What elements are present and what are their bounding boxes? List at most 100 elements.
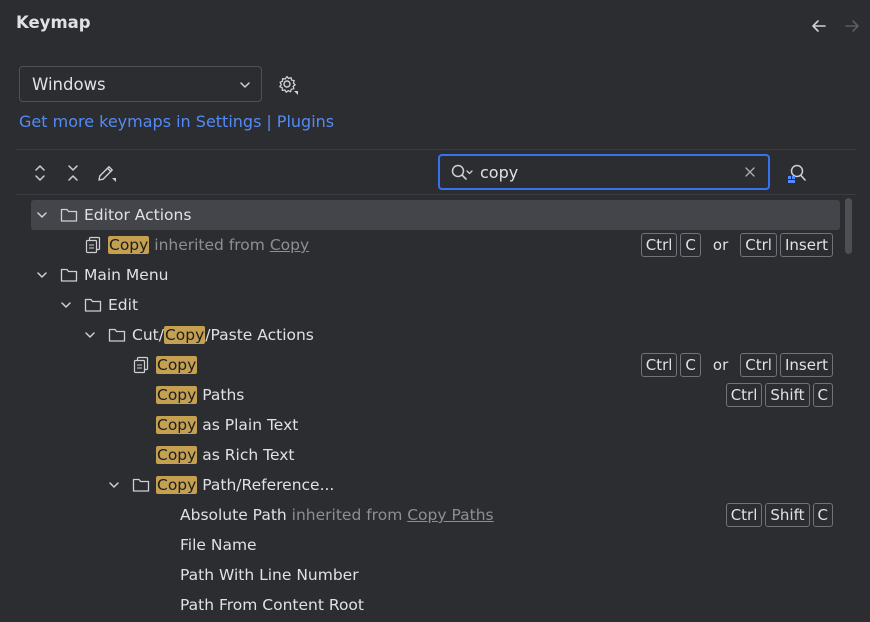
shortcut-keys: Ctrl Cor Ctrl Insert bbox=[640, 353, 833, 377]
tree-action-row[interactable]: Path With Line Number bbox=[15, 560, 841, 590]
label-text: Edit bbox=[108, 296, 139, 314]
tree-row-label: Cut/Copy/Paste Actions bbox=[132, 325, 314, 345]
inherited-note: inherited from Copy Paths bbox=[287, 506, 494, 524]
key-cap: Ctrl bbox=[740, 233, 777, 257]
search-highlight: Copy bbox=[156, 416, 198, 434]
key-cap: Ctrl bbox=[725, 503, 763, 527]
inherited-ref-link[interactable]: Copy bbox=[270, 236, 309, 254]
chevron-down-icon[interactable] bbox=[107, 478, 121, 492]
tree-row-label: Copy bbox=[156, 355, 198, 375]
gear-icon[interactable] bbox=[277, 74, 299, 96]
key-cap: Insert bbox=[779, 233, 833, 257]
folder-icon bbox=[60, 268, 78, 282]
chevron-down-icon[interactable] bbox=[35, 208, 49, 222]
tree-group-row[interactable]: Cut/Copy/Paste Actions bbox=[15, 320, 841, 350]
folder-icon bbox=[84, 298, 102, 312]
tree-action-row[interactable]: Copy as Rich Text bbox=[15, 440, 841, 470]
arrow-right-icon[interactable] bbox=[842, 16, 862, 36]
plugins-link[interactable]: Plugins bbox=[277, 112, 334, 131]
links-row: Get more keymaps in Settings | Plugins bbox=[19, 112, 334, 131]
label-text: Paths bbox=[197, 386, 245, 404]
tree-row-label: Edit bbox=[108, 295, 138, 315]
label-text: Main Menu bbox=[84, 266, 169, 284]
keymap-select-value: Windows bbox=[32, 74, 106, 94]
tree-row-label: Copy Paths bbox=[156, 385, 244, 405]
inherited-note: inherited from Copy bbox=[149, 236, 309, 254]
search-highlight: Copy bbox=[156, 446, 198, 464]
clear-search-icon[interactable] bbox=[744, 166, 756, 178]
tree-action-row[interactable]: Path From Content Root bbox=[15, 590, 841, 620]
label-text: File Name bbox=[180, 536, 257, 554]
folder-icon bbox=[108, 328, 126, 342]
search-input[interactable] bbox=[480, 160, 730, 184]
label-text: as Rich Text bbox=[197, 446, 295, 464]
inherited-text: inherited from bbox=[291, 506, 403, 524]
tree-action-row[interactable]: File Name bbox=[15, 530, 841, 560]
chevron-down-icon[interactable] bbox=[83, 328, 97, 342]
tree-row-label: Editor Actions bbox=[84, 205, 191, 225]
tree-row-label: Copy Path/Reference... bbox=[156, 475, 334, 495]
key-cap: C bbox=[680, 233, 701, 257]
copy-icon bbox=[133, 356, 149, 374]
key-cap: C bbox=[812, 383, 833, 407]
tree-row-label: Absolute Path inherited from Copy Paths bbox=[180, 505, 494, 525]
search-box[interactable] bbox=[438, 154, 770, 190]
tree-group-row[interactable]: Edit bbox=[15, 290, 841, 320]
key-cap: Ctrl bbox=[640, 233, 678, 257]
tree-action-row[interactable]: Copy inherited from Copy Ctrl Cor Ctrl Inser… bbox=[15, 230, 841, 260]
expand-all-icon[interactable] bbox=[30, 163, 50, 183]
inherited-ref-link[interactable]: Copy Paths bbox=[407, 506, 493, 524]
shortcut-keys: Ctrl Cor Ctrl Insert bbox=[640, 233, 833, 257]
link-separator: | bbox=[266, 112, 272, 131]
collapse-all-icon[interactable] bbox=[63, 163, 83, 183]
edit-shortcut-icon[interactable] bbox=[96, 163, 116, 183]
shortcut-keys: Ctrl Shift C bbox=[725, 383, 833, 407]
keymap-tree: Editor Actions Copy inherited from Copy Ct… bbox=[15, 195, 841, 622]
tree-action-row[interactable]: Copy Paths Ctrl Shift C bbox=[15, 380, 841, 410]
tree-row-label: Copy as Plain Text bbox=[156, 415, 298, 435]
search-highlight: Copy bbox=[156, 356, 198, 374]
key-cap: Shift bbox=[765, 383, 810, 407]
chevron-down-icon[interactable] bbox=[35, 268, 49, 282]
label-text: Path/Reference... bbox=[197, 476, 335, 494]
arrow-left-icon[interactable] bbox=[809, 16, 829, 36]
tree-group-row[interactable]: Main Menu bbox=[15, 260, 841, 290]
label-text: /Paste Actions bbox=[205, 326, 314, 344]
tree-action-row[interactable]: Copy as Plain Text bbox=[15, 410, 841, 440]
get-more-keymaps-link[interactable]: Get more keymaps in Settings bbox=[19, 112, 261, 131]
key-cap: C bbox=[680, 353, 701, 377]
key-cap: Ctrl bbox=[640, 353, 678, 377]
folder-icon bbox=[132, 478, 150, 492]
copy-icon bbox=[85, 236, 101, 254]
key-cap: Insert bbox=[779, 353, 833, 377]
shortcut-or-label: or bbox=[712, 236, 729, 254]
label-text: Editor Actions bbox=[84, 206, 192, 224]
key-cap: C bbox=[812, 503, 833, 527]
keymap-select[interactable]: Windows bbox=[19, 66, 262, 102]
label-prefix: Cut/ bbox=[132, 326, 164, 344]
search-highlight: Copy bbox=[163, 326, 206, 344]
key-cap: Ctrl bbox=[725, 383, 763, 407]
tree-action-row[interactable]: Absolute Path inherited from Copy Paths C… bbox=[15, 500, 841, 530]
tree-row-label: Path From Content Root bbox=[180, 595, 364, 615]
key-cap: Shift bbox=[765, 503, 810, 527]
label-text: Path With Line Number bbox=[180, 566, 359, 584]
search-highlight: Copy bbox=[156, 476, 198, 494]
chevron-down-icon bbox=[240, 82, 250, 88]
search-highlight: Copy bbox=[108, 236, 150, 254]
tree-row-label: Path With Line Number bbox=[180, 565, 359, 585]
tree-group-row[interactable]: Editor Actions bbox=[31, 200, 840, 230]
key-cap: Ctrl bbox=[740, 353, 777, 377]
search-icon[interactable] bbox=[450, 163, 474, 183]
chevron-down-icon[interactable] bbox=[59, 298, 73, 312]
tree-row-label: Copy as Rich Text bbox=[156, 445, 294, 465]
tree-action-row[interactable]: Copy Ctrl Cor Ctrl Insert bbox=[15, 350, 841, 380]
find-by-shortcut-icon[interactable] bbox=[786, 163, 808, 185]
label-text: Path From Content Root bbox=[180, 596, 364, 614]
tree-row-label: Main Menu bbox=[84, 265, 169, 285]
tree-scrollbar[interactable] bbox=[845, 198, 852, 254]
toolbar-divider-top bbox=[15, 149, 856, 150]
shortcut-keys: Ctrl Shift C bbox=[725, 503, 833, 527]
label-text: Absolute Path bbox=[180, 506, 287, 524]
tree-group-row[interactable]: Copy Path/Reference... bbox=[15, 470, 841, 500]
